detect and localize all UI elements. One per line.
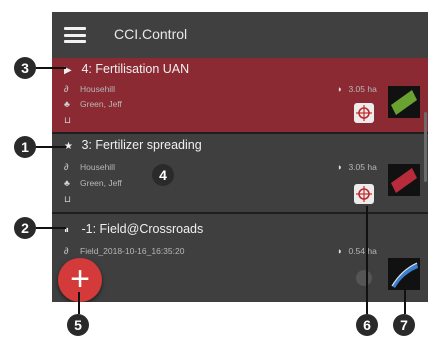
callout-6: 6	[356, 314, 378, 336]
callout-leader	[366, 206, 368, 314]
job-title: 4: Fertilisation UAN	[81, 62, 190, 76]
job-farm: Househill	[80, 84, 115, 94]
star-icon: ★	[64, 141, 73, 152]
job-row[interactable]: ★ 3: Fertilizer spreading ∂ Househill ♣ Gr…	[52, 134, 428, 212]
farm-icon: ∂	[64, 246, 69, 256]
customer-icon: ♣	[64, 178, 70, 188]
job-row[interactable]: ▶ 4: Fertilisation UAN ∂ Househill ♣ Green…	[52, 58, 428, 132]
job-area: 3.05 ha	[348, 84, 377, 94]
callout-leader	[36, 146, 66, 148]
job-row[interactable]: ⏸ -1: Field@Crossroads ∂ Field_2018-10-16…	[52, 214, 428, 302]
target-icon[interactable]	[354, 184, 374, 204]
job-title: 3: Fertilizer spreading	[81, 138, 202, 152]
callout-2: 2	[14, 217, 36, 239]
callout-5: 5	[67, 314, 89, 336]
area-icon: ◗	[337, 84, 343, 94]
field-thumbnail[interactable]	[388, 164, 420, 196]
field-icon: ⊔	[64, 115, 72, 125]
target-icon[interactable]	[354, 103, 374, 123]
farm-icon: ∂	[64, 84, 69, 94]
callout-1: 1	[14, 136, 36, 158]
callout-leader	[36, 227, 66, 229]
app-bar: CCI.Control	[52, 12, 428, 58]
callout-3: 3	[14, 57, 36, 79]
area-icon: ◗	[337, 162, 343, 172]
app-title: CCI.Control	[114, 26, 188, 42]
job-customer: Green, Jeff	[80, 178, 122, 188]
callout-leader	[36, 67, 66, 69]
job-area: 0.54 ha	[348, 246, 377, 256]
farm-icon: ∂	[64, 162, 69, 172]
field-thumbnail[interactable]	[388, 86, 420, 118]
hamburger-menu-icon[interactable]	[64, 27, 86, 43]
callout-7: 7	[393, 314, 415, 336]
scrollbar[interactable]	[424, 112, 427, 182]
target-icon	[356, 270, 372, 286]
job-area: 3.05 ha	[348, 162, 377, 172]
callout-leader	[78, 292, 80, 314]
job-customer: Green, Jeff	[80, 99, 122, 109]
add-job-button[interactable]: +	[58, 258, 102, 302]
job-title: -1: Field@Crossroads	[81, 222, 204, 236]
pause-icon: ⏸	[64, 225, 69, 236]
field-thumbnail[interactable]	[388, 258, 420, 290]
job-farm: Househill	[80, 162, 115, 172]
customer-icon: ♣	[64, 99, 70, 109]
field-icon: ⊔	[64, 194, 72, 204]
callout-4: 4	[152, 164, 174, 186]
area-icon: ◗	[337, 246, 343, 256]
play-icon: ▶	[64, 65, 72, 76]
app-window: CCI.Control ▶ 4: Fertilisation UAN ∂ Hous…	[52, 12, 428, 302]
callout-leader	[404, 290, 406, 314]
job-farm: Field_2018-10-16_16:35:20	[80, 246, 185, 256]
